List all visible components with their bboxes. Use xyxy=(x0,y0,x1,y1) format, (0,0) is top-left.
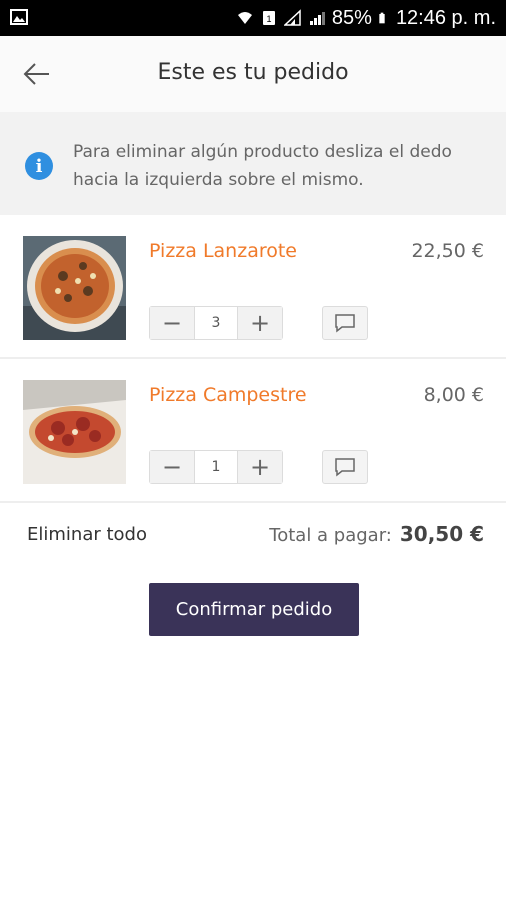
sim-icon: 1 xyxy=(262,11,275,25)
clear-all-button[interactable]: Eliminar todo xyxy=(27,524,147,545)
battery-percentage: 85% xyxy=(331,6,372,29)
pizza-image xyxy=(23,380,126,484)
svg-text:1: 1 xyxy=(266,14,271,24)
comment-button[interactable] xyxy=(322,450,368,484)
pizza-image xyxy=(23,236,126,340)
info-icon: i xyxy=(25,152,53,180)
app-bar: Este es tu pedido xyxy=(0,36,506,112)
clock: 12:46 p. m. xyxy=(395,6,496,29)
quantity-value: 1 xyxy=(194,451,238,483)
increment-button[interactable]: + xyxy=(238,451,282,483)
item-name: Pizza Campestre xyxy=(149,384,307,406)
increment-button[interactable]: + xyxy=(238,307,282,339)
status-right: 1 85% 12:46 p. m. xyxy=(236,0,496,36)
comment-button[interactable] xyxy=(322,306,368,340)
page-title: Este es tu pedido xyxy=(157,60,349,85)
battery-icon xyxy=(379,12,385,24)
total-row: Total a pagar: 30,50 € xyxy=(269,522,484,546)
quantity-stepper: − 3 + xyxy=(149,306,283,340)
quantity-value: 3 xyxy=(194,307,238,339)
image-notification-icon xyxy=(10,9,28,25)
comment-icon xyxy=(335,314,355,333)
decrement-button[interactable]: − xyxy=(150,451,194,483)
item-price: 8,00 € xyxy=(423,384,484,406)
item-name: Pizza Lanzarote xyxy=(149,240,297,262)
wifi-icon xyxy=(237,12,252,24)
signal-icon-2 xyxy=(309,12,325,25)
total-amount: 30,50 € xyxy=(399,522,484,546)
confirm-order-button[interactable]: Confirmar pedido xyxy=(149,583,359,636)
order-item[interactable]: Pizza Lanzarote 22,50 € − 3 + xyxy=(0,216,506,359)
info-banner: i Para eliminar algún producto desliza e… xyxy=(0,112,506,215)
quantity-stepper: − 1 + xyxy=(149,450,283,484)
item-price: 22,50 € xyxy=(411,240,484,262)
signal-icon xyxy=(283,9,301,26)
status-bar: 1 85% 12:46 p. m. xyxy=(0,0,506,36)
order-item[interactable]: Pizza Campestre 8,00 € − 1 + xyxy=(0,360,506,503)
decrement-button[interactable]: − xyxy=(150,307,194,339)
info-text: Para eliminar algún producto desliza el … xyxy=(73,142,452,190)
comment-icon xyxy=(335,458,355,477)
total-label: Total a pagar: xyxy=(269,525,392,546)
order-summary: Eliminar todo Total a pagar: 30,50 € xyxy=(0,504,506,566)
